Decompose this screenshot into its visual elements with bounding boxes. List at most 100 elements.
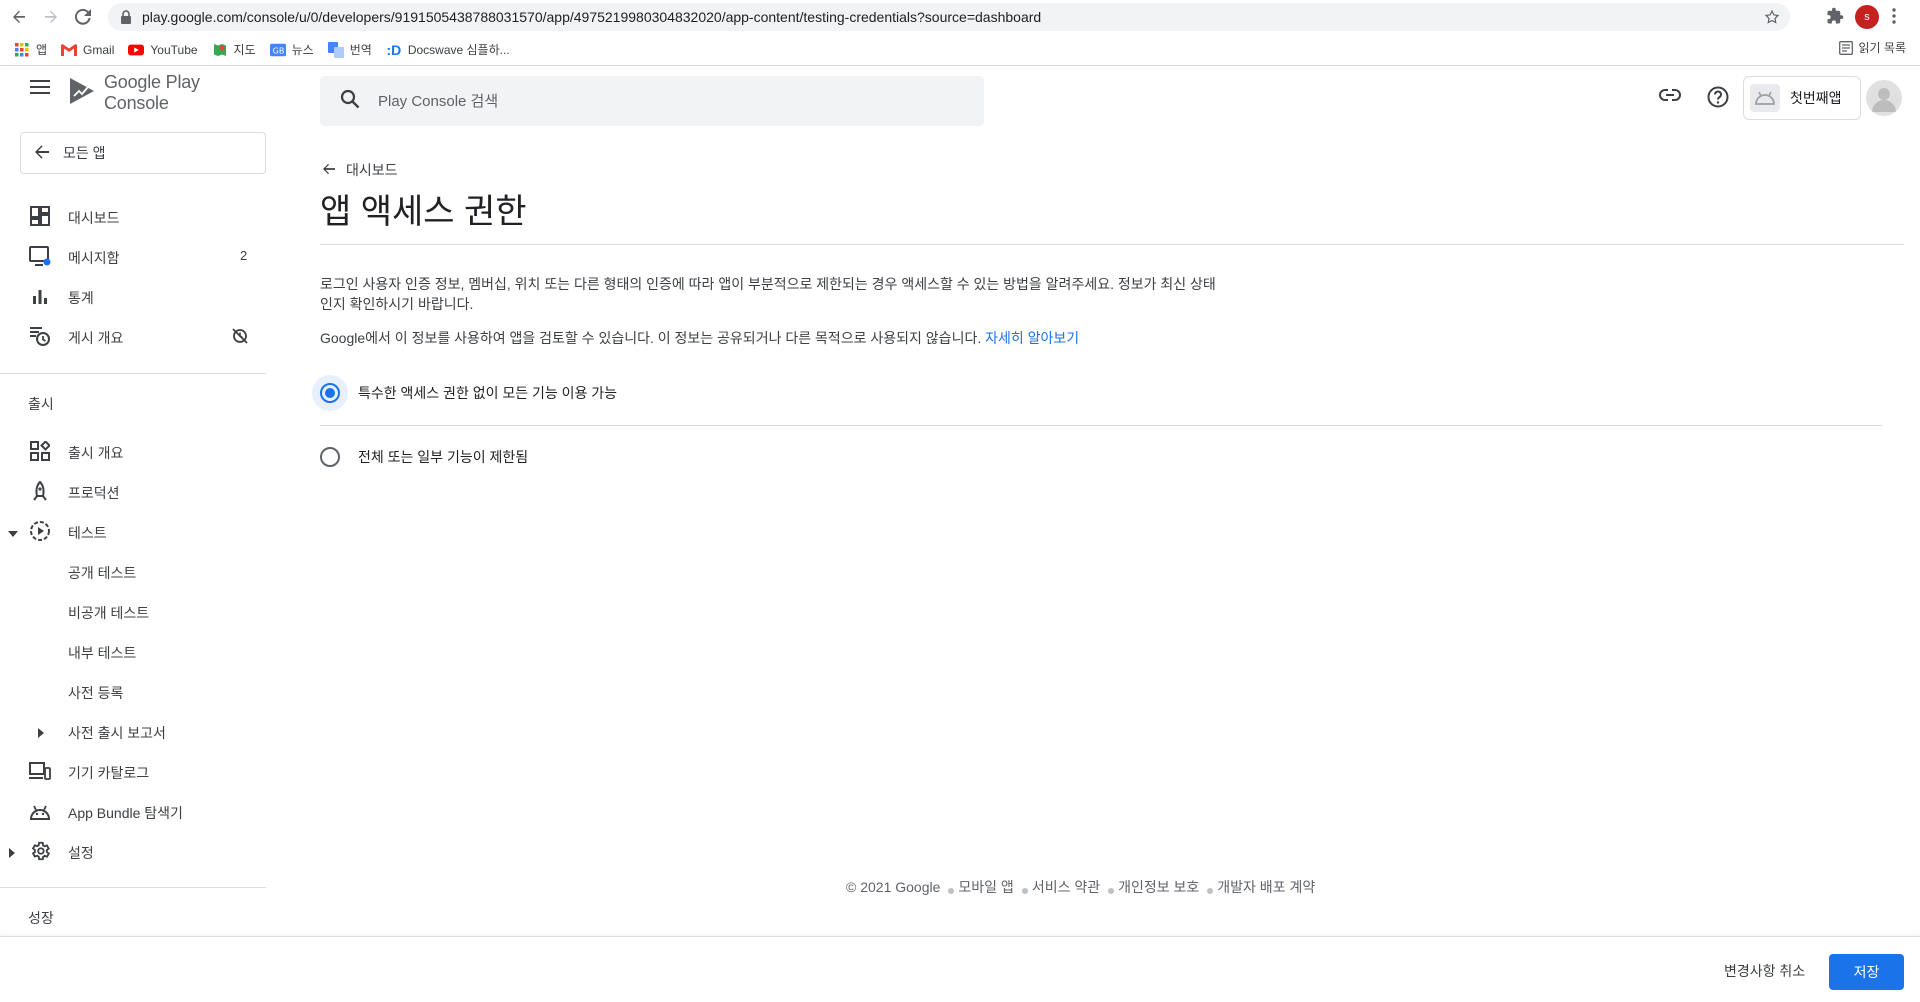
sidebar-item-internal-testing[interactable]: 내부 테스트 [0,633,266,669]
inbox-count-badge: 2 [240,248,248,263]
sidebar-item-pre-launch-report[interactable]: 사전 출시 보고서 [0,713,266,749]
all-apps-button[interactable]: 모든 앱 [20,132,266,174]
bookmark-docswave[interactable]: :D Docswave 심플하... [386,39,509,61]
account-avatar[interactable] [1866,80,1902,116]
android-icon [1750,84,1780,112]
console-search[interactable] [320,76,984,126]
sidebar-divider [0,373,266,374]
copyright-text: © 2021 Google [846,879,941,895]
footer-link-terms[interactable]: 서비스 약관 [1032,877,1100,897]
bookmark-maps[interactable]: 지도 [212,39,256,61]
sidebar-item-device-catalog[interactable]: 기기 카탈로그 [0,753,266,789]
sidebar-item-publishing-overview[interactable]: 게시 개요 [0,318,266,354]
bookmark-translate[interactable]: 번역 [327,39,372,61]
option-restricted-features[interactable]: 전체 또는 일부 기능이 제한됨 [312,439,528,475]
back-icon[interactable] [6,4,32,30]
bookmark-star-icon[interactable] [1764,9,1780,30]
section-heading-growth: 성장 [28,910,54,926]
sidebar-item-settings[interactable]: 설정 [0,833,266,869]
arrow-back-icon [322,162,336,178]
bookmark-apps[interactable]: 앱 [14,39,47,61]
learn-more-link[interactable]: 자세히 알아보기 [985,330,1079,346]
save-button[interactable]: 저장 [1829,954,1904,990]
app-selector[interactable]: 첫번째앱 [1743,76,1861,120]
publishing-overview-icon [28,326,52,346]
device-catalog-icon [28,761,52,781]
title-divider [320,244,1904,245]
page-title: 앱 액세스 권한 [320,193,527,231]
apps-grid-icon [14,42,30,58]
review-notice: Google에서 이 정보를 사용하여 앱을 검토할 수 있습니다. 이 정보는… [320,330,1080,346]
address-bar[interactable]: play.google.com/console/u/0/developers/9… [108,3,1790,31]
sidebar-item-closed-testing[interactable]: 비공개 테스트 [0,593,266,629]
description-text: 로그인 사용자 인증 정보, 멤버십, 위치 또는 다른 형태의 인증에 따라 … [320,276,1216,312]
sidebar-item-statistics[interactable]: 통계 [0,278,266,314]
docswave-icon: :D [386,41,402,58]
radio-selected[interactable] [320,383,340,403]
sidebar-item-pre-registration[interactable]: 사전 등록 [0,673,266,709]
discard-changes-button[interactable]: 변경사항 취소 [1724,961,1805,981]
sidebar-divider [0,887,266,888]
link-icon[interactable] [1659,88,1681,106]
sidebar-item-production[interactable]: 프로덕션 [0,473,266,509]
sidebar-item-inbox[interactable]: 메시지함 2 [0,238,266,274]
managed-publishing-off-icon [231,327,249,348]
bookmark-news[interactable]: GB 뉴스 [269,39,314,61]
arrow-back-icon [33,144,51,163]
profile-avatar[interactable]: s [1855,5,1879,29]
footer-link-dda[interactable]: 개발자 배포 계약 [1217,877,1315,897]
url-text: play.google.com/console/u/0/developers/9… [142,9,1042,25]
logo-text: Google Play Console [104,72,200,113]
action-bar: 변경사항 취소 저장 [0,936,1920,1002]
svg-text:GB: GB [272,46,284,55]
production-icon [28,481,52,501]
reload-icon[interactable] [70,4,96,30]
breadcrumb[interactable]: 대시보드 [322,160,398,180]
sidebar-item-open-testing[interactable]: 공개 테스트 [0,553,266,589]
play-console-logo[interactable]: Google Play Console [68,72,266,114]
settings-icon [28,841,52,861]
option-divider [320,425,1882,426]
bookmark-youtube[interactable]: YouTube [128,39,198,61]
bar-chart-icon [28,286,52,306]
app-bundle-icon [28,801,52,821]
sidebar-item-release-overview[interactable]: 출시 개요 [0,433,266,469]
bookmarks-bar: 앱 Gmail YouTube 지도 GB 뉴스 번역 :D Docswave … [0,34,1920,66]
sidebar: Google Play Console 모든 앱 대시보드 메시지함 2 통계 … [0,67,266,937]
caret-right-icon[interactable] [37,725,45,741]
inbox-icon [28,246,52,266]
release-overview-icon [28,441,52,461]
sidebar-item-testing[interactable]: 테스트 [0,513,266,549]
help-icon[interactable] [1707,86,1729,113]
news-icon: GB [269,42,286,58]
page-footer: © 2021 Google 모바일 앱 서비스 약관 개인정보 보호 개발자 배… [846,877,1315,897]
reading-list[interactable]: 읽기 목록 [1838,39,1906,56]
extensions-icon[interactable] [1826,7,1844,30]
section-heading-release: 출시 [28,396,54,412]
play-console-logo-icon [68,76,96,111]
translate-icon [327,41,344,58]
youtube-icon [128,42,145,58]
footer-link-privacy[interactable]: 개인정보 보호 [1118,877,1199,897]
caret-down-icon[interactable] [8,525,18,541]
dashboard-icon [28,206,52,226]
footer-link-mobile-app[interactable]: 모바일 앱 [958,877,1013,897]
browser-toolbar: play.google.com/console/u/0/developers/9… [0,0,1920,34]
radio-unselected[interactable] [320,447,340,467]
caret-right-icon[interactable] [8,845,16,861]
sidebar-item-app-bundle-explorer[interactable]: App Bundle 탐색기 [0,793,266,829]
forward-icon[interactable] [38,4,64,30]
bookmark-gmail[interactable]: Gmail [61,39,114,61]
search-input[interactable] [378,92,938,110]
search-icon [340,89,360,114]
reading-list-icon [1838,40,1853,55]
sidebar-item-dashboard[interactable]: 대시보드 [0,198,266,234]
option-all-features[interactable]: 특수한 액세스 권한 없이 모든 기능 이용 가능 [312,375,617,411]
app-name: 첫번째앱 [1790,90,1842,106]
testing-icon [28,521,52,541]
gmail-icon [61,42,78,58]
browser-menu-icon[interactable] [1892,8,1896,29]
maps-icon [212,42,228,58]
menu-icon[interactable] [30,80,50,99]
lock-icon [120,10,134,24]
